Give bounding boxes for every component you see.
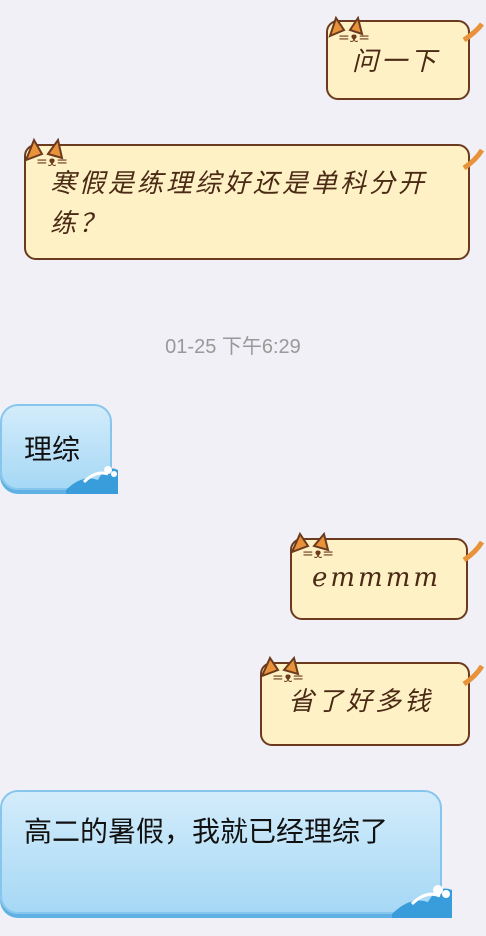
message-bubble-sent[interactable]: =ᴥ= 问一下 [322, 14, 484, 104]
message-bubble-received[interactable]: 理综 [0, 404, 120, 496]
cat-tail-icon [462, 22, 484, 42]
message-bubble-received[interactable]: =ᴥ= 寒假是练理综好还是单科分开练？ [18, 136, 484, 266]
message-bubble-sent[interactable]: =ᴥ= 省了好多钱 [254, 654, 484, 750]
message-text: 问一下 [352, 47, 440, 77]
cat-tail-icon [462, 148, 484, 170]
message-text: 寒假是练理综好还是单科分开练？ [50, 169, 428, 239]
message-bubble-received[interactable]: 高二的暑假，我就已经理综了 [0, 790, 454, 922]
message-text: emmmm [312, 563, 442, 593]
timestamp: 01-25 下午6:29 [165, 336, 301, 358]
cat-ears-icon: =ᴥ= [328, 15, 370, 44]
cat-tail-icon [462, 540, 484, 562]
message-bubble-sent[interactable]: =ᴥ= emmmm [284, 530, 484, 624]
cat-tail-icon [462, 664, 484, 686]
wave-icon [66, 466, 118, 494]
cat-ears-icon: =ᴥ= [260, 655, 304, 684]
message-text: 高二的暑假，我就已经理综了 [24, 815, 389, 848]
cat-ears-icon: =ᴥ= [290, 531, 334, 560]
wave-icon [392, 885, 452, 918]
message-text: 省了好多钱 [288, 687, 434, 717]
